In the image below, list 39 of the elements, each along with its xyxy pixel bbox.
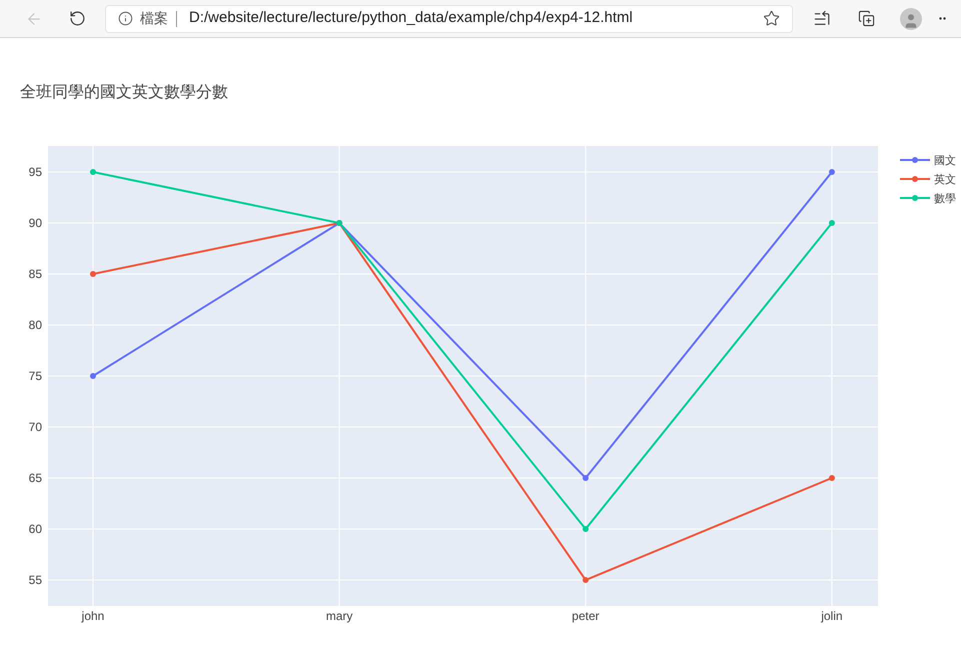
y-tick-label: 90: [28, 216, 42, 230]
data-point: [90, 373, 96, 379]
x-tick-label: mary: [326, 609, 353, 623]
refresh-icon[interactable]: [68, 10, 86, 27]
star-icon[interactable]: [763, 10, 780, 27]
data-point: [582, 526, 589, 532]
y-tick-label: 95: [28, 165, 42, 179]
data-point: [90, 271, 96, 277]
collections-icon[interactable]: [858, 10, 875, 27]
address-bar[interactable]: 檔案 D:/website/lecture/lecture/python_data/example/chp4/exp4-12.html: [105, 4, 793, 32]
y-tick-label: 70: [28, 420, 42, 434]
legend-label[interactable]: 國文: [934, 155, 956, 167]
y-tick-label: 55: [28, 573, 42, 587]
data-point: [828, 169, 835, 175]
y-tick-label: 85: [28, 267, 42, 281]
y-tick-label: 75: [28, 369, 42, 383]
y-tick-label: 80: [28, 318, 42, 332]
more-icon[interactable]: [939, 17, 946, 20]
info-icon: [118, 11, 133, 26]
url-text: D:/website/lecture/lecture/python_data/example/chp4/exp4-12.html: [189, 8, 633, 28]
x-tick-label: peter: [572, 609, 600, 623]
legend-label[interactable]: 數學: [934, 193, 956, 205]
legend-marker-icon[interactable]: [900, 176, 930, 182]
x-tick-label: john: [82, 609, 104, 623]
legend-label[interactable]: 英文: [934, 174, 956, 186]
data-point: [828, 475, 835, 481]
legend-marker-icon[interactable]: [900, 157, 930, 163]
y-tick-label: 60: [28, 522, 42, 536]
profile-avatar[interactable]: [900, 8, 922, 30]
legend-marker-icon[interactable]: [900, 195, 930, 201]
chart-title: 全班同學的國文英文數學分數: [20, 84, 228, 101]
favorites-icon[interactable]: [813, 10, 831, 28]
scheme-label: 檔案: [140, 9, 168, 28]
data-point: [582, 577, 589, 583]
data-point: [90, 169, 96, 175]
data-point: [582, 475, 589, 481]
y-tick-label: 65: [28, 471, 42, 485]
x-tick-label: jolin: [821, 609, 843, 623]
data-point: [828, 220, 835, 226]
